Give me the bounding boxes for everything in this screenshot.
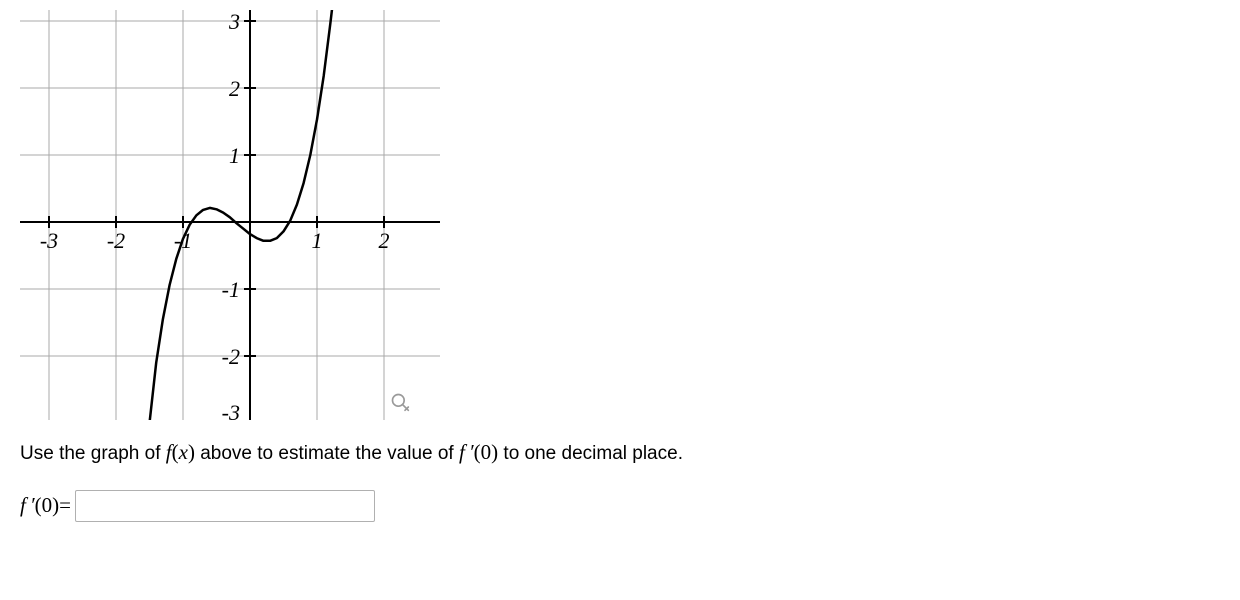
answer-row: f ′(0)= [20,490,1220,522]
question-prompt: Use the graph of f(x) above to estimate … [20,438,1220,468]
x-tick-neg2: -2 [107,228,125,253]
prompt-part2: above to estimate the value of [195,443,459,464]
y-tick-2: 2 [229,76,240,101]
x-tick-2: 2 [379,228,390,253]
answer-lhs: f ′(0)= [20,493,71,518]
y-tick-neg1: -1 [222,277,240,302]
prompt-fx: f(x) [166,440,195,464]
y-tick-1: 1 [229,143,240,168]
prompt-part1: Use the graph of [20,443,166,464]
graph-container: -3 -2 -1 1 2 3 3 2 1 -1 -2 -3 [20,10,440,420]
x-tick-1: 1 [312,228,323,253]
x-tick-neg3: -3 [40,228,58,253]
prompt-fprime0: f ′(0) [459,440,498,464]
y-tick-3: 3 [228,10,240,34]
graph-svg: -3 -2 -1 1 2 3 3 2 1 -1 -2 -3 [20,10,440,420]
prompt-part3: to one decimal place. [498,443,683,464]
y-tick-neg2: -2 [222,344,240,369]
answer-input[interactable] [75,490,375,522]
curve [150,10,334,420]
magnify-icon[interactable] [390,392,410,412]
y-tick-neg3: -3 [222,400,240,420]
